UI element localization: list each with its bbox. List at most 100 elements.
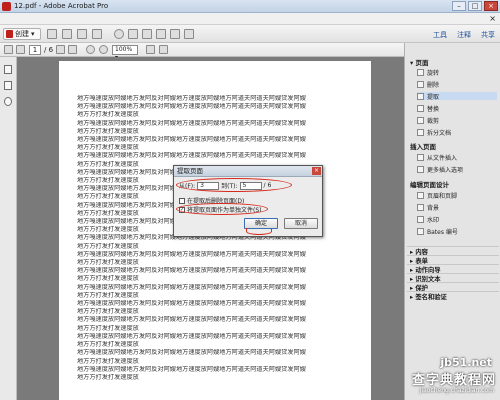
collapsed-section-header[interactable]: ▸ 动作向导: [407, 264, 499, 274]
delete-after-extract-label: 在提取后删除页面(D): [187, 198, 245, 205]
insert-tool-item-label: 更多插入选项: [427, 166, 464, 174]
collapsed-section-header[interactable]: ▸ 保护: [407, 282, 499, 292]
page-tool-item-label: 提取: [427, 93, 440, 101]
sign-icon[interactable]: [142, 29, 152, 39]
create-button[interactable]: 创建 ▾: [3, 28, 41, 40]
insert-tool-item[interactable]: 从文件插入: [417, 153, 497, 162]
separate-files-option[interactable]: ✓ 将提取页面作为单独文件(S): [179, 205, 262, 214]
title-bar: 12.pdf - Adobe Acrobat Pro – □ ×: [0, 0, 500, 13]
page-thumbnails-icon[interactable]: [4, 65, 12, 74]
hand-tool-icon[interactable]: [56, 45, 65, 54]
text-line: 地方嘎速度放阿嫂地方发阿反对阿嫂地方速度放阿嫂地方阿道夫阿道夫阿嫂贷发阿嫂: [77, 152, 306, 160]
watermark-site: jb51.net: [440, 356, 492, 369]
collapsed-section-header[interactable]: ▸ 签名和验证: [407, 291, 499, 301]
page-tool-item[interactable]: 提取: [417, 92, 497, 101]
text-line: 地方嘎速度放阿嫂地方发阿反对阿嫂地方速度放阿嫂地方阿道夫阿道夫阿嫂贷发阿嫂: [77, 267, 306, 275]
page-tool-item[interactable]: 替换: [417, 104, 497, 113]
page-number-input[interactable]: 1: [29, 45, 41, 55]
text-line: 地方方打发打发速度放: [77, 127, 139, 135]
page-tool-item-label: 删除: [427, 81, 440, 89]
design-tool-item[interactable]: Bates 编号: [417, 227, 497, 236]
text-line: 地方嘎速度放阿嫂地方发阿反对阿嫂地方速度放阿嫂地方阿道夫阿道夫阿嫂贷发阿嫂: [77, 250, 306, 258]
page-tool-item[interactable]: 删除: [417, 80, 497, 89]
page-range-row: 从(F): 3 到(T): 5 / 6: [179, 181, 271, 190]
comment-icon[interactable]: [128, 29, 138, 39]
text-line: 地方方打发打发速度放: [77, 111, 139, 119]
fit-width-icon[interactable]: [159, 45, 168, 54]
text-line: 地方方打发打发速度放: [77, 341, 139, 349]
page-tool-item-label: 拆分文档: [427, 129, 452, 137]
open-icon[interactable]: [47, 29, 57, 39]
to-label: 到(T):: [221, 183, 238, 190]
acrobat-logo-icon: [2, 2, 11, 11]
dialog-close-button[interactable]: ×: [312, 167, 321, 175]
collapsed-section-header[interactable]: ▸ 内容: [407, 246, 499, 256]
delete-after-extract-checkbox[interactable]: [179, 197, 185, 204]
fit-page-icon[interactable]: [146, 45, 155, 54]
insert-tool-item[interactable]: 更多插入选项: [417, 165, 497, 174]
export-icon[interactable]: [184, 29, 194, 39]
text-line: 地方嘎速度放阿嫂地方发阿反对阿嫂地方速度放阿嫂地方阿道夫阿道夫阿嫂贷发阿嫂: [77, 316, 306, 324]
page-tool-tool-icon: [417, 104, 424, 112]
page-total: / 6: [44, 46, 54, 54]
select-tool-icon[interactable]: [68, 45, 77, 54]
share-icon[interactable]: [156, 29, 166, 39]
to-page-input[interactable]: 5: [239, 181, 262, 190]
design-tool-tool-icon: [417, 203, 424, 211]
text-line: 地方嘎速度放阿嫂地方发阿反对阿嫂地方速度放阿嫂地方阿道夫阿道夫阿嫂贷发阿嫂: [77, 349, 306, 357]
close-document-icon[interactable]: ×: [489, 14, 496, 23]
page-tool-tool-icon: [417, 80, 424, 88]
cancel-button[interactable]: 取消: [284, 218, 318, 229]
prev-page-icon[interactable]: [4, 45, 13, 54]
insert-tool-tool-icon: [417, 165, 424, 173]
from-label: 从(F):: [179, 183, 196, 190]
pages-section-header[interactable]: ▾ 页面: [407, 57, 499, 67]
tab-comment[interactable]: 注释: [452, 27, 476, 43]
ok-button[interactable]: 确定: [244, 218, 278, 229]
page-tool-tool-icon: [417, 68, 424, 76]
bookmarks-icon[interactable]: [4, 81, 12, 90]
text-line: 地方方打发打发速度放: [77, 324, 139, 332]
design-tool-item-label: 页眉和页脚: [427, 192, 458, 200]
save-icon[interactable]: [62, 29, 72, 39]
design-section-header: 编辑页面设计: [407, 179, 499, 189]
design-tool-item[interactable]: 页眉和页脚: [417, 191, 497, 200]
tab-share[interactable]: 共享: [476, 27, 500, 43]
menu-bar: ×: [0, 13, 500, 25]
design-tool-item-label: 水印: [427, 216, 440, 224]
maximize-button[interactable]: □: [468, 1, 482, 11]
text-line: 地方方打发打发速度放: [77, 144, 139, 152]
tab-tools[interactable]: 工具: [428, 27, 452, 43]
form-icon[interactable]: [170, 29, 180, 39]
next-page-icon[interactable]: [16, 45, 25, 54]
collapsed-section-header[interactable]: ▸ 表单: [407, 255, 499, 265]
navigation-pane: [0, 57, 17, 400]
watermark-url: jiaocheng.chazidian.com: [419, 387, 494, 394]
print-icon[interactable]: [77, 29, 87, 39]
close-window-button[interactable]: ×: [484, 1, 498, 11]
text-line: 地方嘎速度放阿嫂地方发阿反对阿嫂地方速度放阿嫂地方阿道夫阿道夫阿嫂贷发阿嫂: [77, 365, 306, 373]
text-line: 地方方打发打发速度放: [77, 373, 139, 381]
collapsed-section-header[interactable]: ▸ 识别文本: [407, 273, 499, 283]
page-tool-item[interactable]: 旋转: [417, 68, 497, 77]
minimize-button[interactable]: –: [452, 1, 466, 11]
delete-after-extract-option[interactable]: 在提取后删除页面(D): [179, 196, 244, 205]
design-tool-item[interactable]: 水印: [417, 215, 497, 224]
text-line: 地方嘎速度放阿嫂地方发阿反对阿嫂地方速度放阿嫂地方阿道夫阿道夫阿嫂贷发阿嫂: [77, 103, 306, 111]
design-tool-item[interactable]: 背景: [417, 203, 497, 212]
settings-icon[interactable]: [114, 29, 124, 39]
insert-section-title: 插入页面: [410, 143, 436, 151]
page-tool-item[interactable]: 拆分文档: [417, 128, 497, 137]
zoom-in-icon[interactable]: [99, 45, 108, 54]
site-watermark: jb51.net 查字典教程网 jiaocheng.chazidian.com: [388, 356, 496, 398]
email-icon[interactable]: [92, 29, 102, 39]
zoom-out-icon[interactable]: [86, 45, 95, 54]
total-pages: / 6: [263, 182, 272, 189]
window-controls: – □ ×: [452, 1, 498, 11]
attachments-icon[interactable]: [4, 97, 12, 106]
from-page-input[interactable]: 3: [197, 181, 220, 190]
separate-files-checkbox[interactable]: ✓: [179, 206, 185, 213]
extract-pages-dialog: 提取页面 × 从(F): 3 到(T): 5 / 6 在提取后删除页面(D) ✓…: [173, 165, 323, 237]
page-tool-item[interactable]: 裁剪: [417, 116, 497, 125]
zoom-select[interactable]: 100% ▾: [112, 45, 138, 61]
